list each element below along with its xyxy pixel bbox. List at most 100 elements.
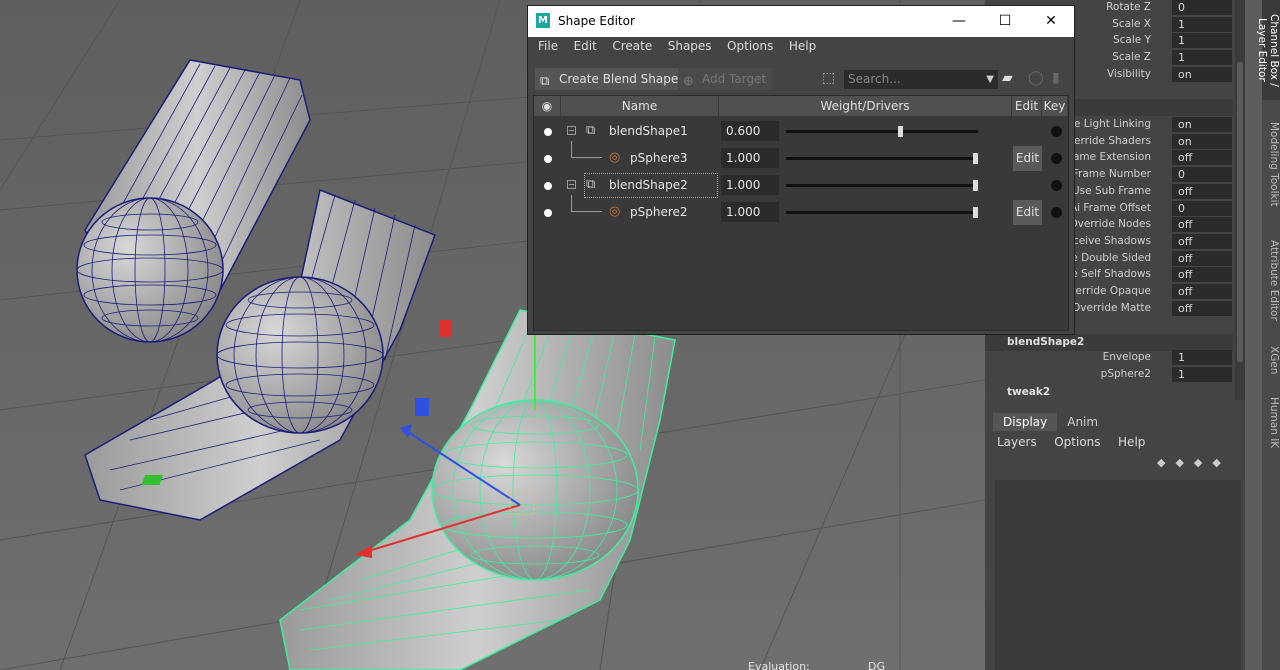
weight-slider[interactable] [786, 207, 978, 218]
attr-value-field[interactable]: 0 [1172, 167, 1232, 182]
menu-shapes[interactable]: Shapes [668, 39, 712, 53]
slider-knob[interactable] [898, 126, 903, 137]
attr-value-field[interactable]: 0 [1172, 201, 1232, 216]
attr-label: Scale Y [1112, 34, 1151, 46]
side-tab-xgen[interactable]: XGen [1262, 340, 1280, 380]
delete-icon[interactable]: ▮ [1052, 70, 1060, 86]
table-row[interactable]: ◎ pSphere3 1.000 Edit [534, 141, 1068, 172]
menu-options[interactable]: Options [727, 39, 773, 53]
menu-options[interactable]: Options [1054, 435, 1100, 449]
attr-value-field[interactable]: 1 [1172, 367, 1232, 382]
channel-box-scrollbar[interactable] [1235, 0, 1245, 400]
shape-editor-titlebar[interactable]: M Shape Editor — ☐ ✕ [528, 6, 1074, 37]
side-tab-human-ik[interactable]: Human IK [1262, 390, 1280, 455]
collapse-icon[interactable]: − [567, 180, 576, 189]
shape-editor-toolbar: ⧉ Create Blend Shape ⊕ Add Target ⬚ Sear… [528, 68, 1074, 92]
weight-slider[interactable] [786, 126, 978, 137]
attr-value-field[interactable]: off [1172, 234, 1232, 249]
column-edit[interactable]: Edit [1012, 96, 1042, 116]
section-header[interactable]: tweak2 [985, 384, 1233, 401]
weight-field[interactable]: 0.600 [721, 121, 779, 141]
attr-value-field[interactable]: off [1172, 184, 1232, 199]
refresh-icon[interactable]: ◯ [1028, 70, 1044, 86]
attr-value-field[interactable]: off [1172, 267, 1232, 282]
attr-value-field[interactable]: off [1172, 150, 1232, 165]
slider-knob[interactable] [973, 180, 978, 191]
menu-file[interactable]: File [538, 39, 558, 53]
table-row[interactable]: − ⧉ blendShape2 1.000 [534, 172, 1068, 199]
blend-shape-table: ◉ Name Weight/Drivers Edit Key − ⧉ blend… [533, 95, 1069, 331]
visibility-dot[interactable] [544, 155, 552, 163]
side-tab-modeling-toolkit[interactable]: Modeling Toolkit [1262, 112, 1280, 217]
column-weight[interactable]: Weight/Drivers [719, 96, 1012, 116]
create-blend-shape-label: Create Blend Shape [559, 72, 679, 86]
attr-value-field[interactable]: off [1172, 217, 1232, 232]
minimize-button[interactable]: — [936, 6, 982, 37]
edit-target-button[interactable]: Edit [1013, 200, 1042, 225]
weight-field[interactable]: 1.000 [721, 202, 779, 222]
attr-value-field[interactable]: on [1172, 117, 1232, 132]
maximize-button[interactable]: ☐ [982, 6, 1028, 37]
attr-value-field[interactable]: off [1172, 251, 1232, 266]
menu-create[interactable]: Create [612, 39, 652, 53]
weight-slider[interactable] [786, 180, 978, 191]
key-button[interactable] [1051, 153, 1062, 164]
side-tab-strip: Channel Box / Layer Editor Modeling Tool… [1256, 0, 1280, 670]
target-shape-icon: ◎ [609, 150, 621, 165]
slider-knob[interactable] [973, 153, 978, 164]
attr-label: Scale X [1112, 18, 1151, 30]
side-tab-attribute-editor[interactable]: Attribute Editor [1262, 230, 1280, 330]
visibility-dot[interactable] [544, 128, 552, 136]
table-row[interactable]: − ⧉ blendShape1 0.600 [534, 118, 1068, 145]
new-group-icon[interactable]: ▰ [1002, 70, 1013, 86]
table-row[interactable]: ◎ pSphere2 1.000 Edit [534, 195, 1068, 226]
menu-help[interactable]: Help [789, 39, 816, 53]
column-key[interactable]: Key [1042, 96, 1068, 116]
menu-help[interactable]: Help [1118, 435, 1145, 449]
tab-display[interactable]: Display [993, 413, 1058, 431]
search-dropdown-icon[interactable]: ▼ [986, 70, 994, 89]
collapse-icon[interactable]: − [567, 126, 576, 135]
add-target-button[interactable]: ⊕ Add Target [678, 68, 773, 90]
attr-value-field[interactable]: off [1172, 301, 1232, 316]
tree-connector [571, 195, 602, 212]
weight-field[interactable]: 1.000 [721, 148, 779, 168]
weight-slider[interactable] [786, 153, 978, 164]
attr-value-field[interactable]: on [1172, 67, 1232, 82]
attr-value-field[interactable]: 1 [1172, 17, 1232, 32]
side-tab-channel-box[interactable]: Channel Box / Layer Editor [1256, 0, 1280, 100]
row-name: pSphere3 [630, 151, 688, 165]
close-button[interactable]: ✕ [1028, 6, 1074, 37]
attr-row[interactable]: pSphere2 1 [985, 367, 1233, 383]
layer-list-area[interactable] [995, 480, 1241, 670]
edit-target-button[interactable]: Edit [1013, 146, 1042, 171]
section-header[interactable]: blendShape2 [985, 334, 1233, 351]
window-title: Shape Editor [558, 14, 635, 28]
attr-value-field[interactable]: 1 [1172, 50, 1232, 65]
visibility-dot[interactable] [544, 209, 552, 217]
attr-value-field[interactable]: off [1172, 284, 1232, 299]
attr-row[interactable]: Envelope 1 [985, 350, 1233, 366]
key-button[interactable] [1051, 207, 1062, 218]
tab-anim[interactable]: Anim [1057, 413, 1108, 431]
attr-value-field[interactable]: 1 [1172, 350, 1232, 365]
key-button[interactable] [1051, 126, 1062, 137]
attr-value-field[interactable]: 1 [1172, 33, 1232, 48]
layer-tool-icons[interactable]: ◆◆◆◆ [1157, 456, 1231, 469]
attr-value-field[interactable]: 0 [1172, 0, 1232, 15]
attr-label: pSphere2 [1100, 368, 1151, 380]
blend-shape-icon: ⧉ [540, 74, 550, 89]
search-placeholder: Search... [848, 72, 901, 86]
search-input[interactable]: Search... ▼ [844, 70, 998, 89]
visibility-dot[interactable] [544, 182, 552, 190]
menu-layers[interactable]: Layers [997, 435, 1037, 449]
key-button[interactable] [1051, 180, 1062, 191]
weight-field[interactable]: 1.000 [721, 175, 779, 195]
create-blend-shape-button[interactable]: ⧉ Create Blend Shape [535, 68, 685, 90]
attr-value-field[interactable]: on [1172, 134, 1232, 149]
frame-selection-icon[interactable]: ⬚ [822, 70, 835, 86]
menu-edit[interactable]: Edit [574, 39, 597, 53]
attr-label: Visibility [1106, 68, 1151, 80]
column-name[interactable]: Name [561, 96, 719, 116]
slider-knob[interactable] [973, 207, 978, 218]
